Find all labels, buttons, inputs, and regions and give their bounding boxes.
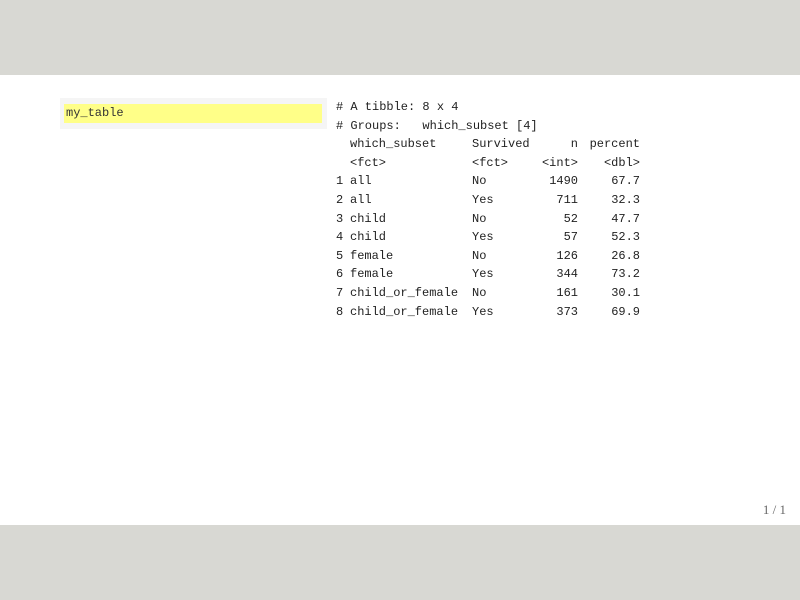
cell-which-subset: female bbox=[350, 248, 394, 263]
cell-percent: 47.7 bbox=[611, 211, 640, 226]
table-row: 7 child_or_female No 161 30.1 bbox=[336, 284, 640, 303]
table-row: 4 child Yes 57 52.3 bbox=[336, 228, 640, 247]
cell-percent: 52.3 bbox=[611, 230, 640, 245]
tibble-groups-line: # Groups: which_subset [4] bbox=[336, 118, 538, 133]
row-index: 1 bbox=[336, 174, 344, 189]
cell-survived: No bbox=[472, 211, 487, 226]
cell-which-subset: female bbox=[350, 267, 394, 282]
cell-percent: 73.2 bbox=[611, 267, 640, 282]
column-type: <int> bbox=[541, 155, 578, 170]
row-index: 6 bbox=[336, 267, 344, 282]
table-row: 5 female No 126 26.8 bbox=[336, 247, 640, 266]
row-index: 3 bbox=[336, 211, 344, 226]
table-row: 3 child No 52 47.7 bbox=[336, 210, 640, 229]
cell-which-subset: child_or_female bbox=[350, 285, 459, 300]
cell-survived: Yes bbox=[472, 267, 494, 282]
cell-survived: No bbox=[472, 248, 487, 263]
column-type: <dbl> bbox=[603, 155, 640, 170]
page-number: 1 / 1 bbox=[762, 502, 786, 517]
row-index: 7 bbox=[336, 285, 344, 300]
index-spacer bbox=[336, 154, 350, 173]
column-type-row: <fct> <fct> <int> <dbl> bbox=[336, 154, 640, 173]
cell-which-subset: all bbox=[350, 192, 372, 207]
cell-survived: Yes bbox=[472, 304, 494, 319]
cell-which-subset: all bbox=[350, 174, 372, 189]
cell-n: 57 bbox=[563, 230, 578, 245]
cell-n: 1490 bbox=[549, 174, 578, 189]
cell-n: 373 bbox=[556, 304, 578, 319]
row-index: 8 bbox=[336, 304, 344, 319]
column-header: n bbox=[570, 137, 578, 152]
cell-percent: 67.7 bbox=[611, 174, 640, 189]
cell-n: 161 bbox=[556, 285, 578, 300]
column-header: percent bbox=[589, 137, 640, 152]
cell-percent: 26.8 bbox=[611, 248, 640, 263]
cell-survived: Yes bbox=[472, 192, 494, 207]
column-header: which_subset bbox=[350, 137, 437, 152]
cell-which-subset: child bbox=[350, 211, 387, 226]
cell-n: 344 bbox=[556, 267, 578, 282]
column-header: Survived bbox=[472, 137, 530, 152]
cell-survived: No bbox=[472, 285, 487, 300]
cell-which-subset: child_or_female bbox=[350, 304, 459, 319]
table-row: 6 female Yes 344 73.2 bbox=[336, 265, 640, 284]
top-band bbox=[0, 0, 800, 75]
column-header-row: which_subset Survived n percent bbox=[336, 135, 640, 154]
cell-percent: 69.9 bbox=[611, 304, 640, 319]
cell-which-subset: child bbox=[350, 230, 387, 245]
cell-n: 126 bbox=[556, 248, 578, 263]
cell-percent: 32.3 bbox=[611, 192, 640, 207]
code-chunk: my_table bbox=[60, 98, 327, 129]
table-row: 8 child_or_female Yes 373 69.9 bbox=[336, 303, 640, 322]
cell-n: 711 bbox=[556, 192, 578, 207]
row-index: 5 bbox=[336, 248, 344, 263]
row-index: 2 bbox=[336, 192, 344, 207]
table-row: 1 all No 1490 67.7 bbox=[336, 172, 640, 191]
tibble-output: # A tibble: 8 x 4 # Groups: which_subset… bbox=[336, 98, 640, 321]
column-type: <fct> bbox=[350, 155, 387, 170]
code-text: my_table bbox=[66, 106, 124, 120]
column-type: <fct> bbox=[472, 155, 509, 170]
cell-survived: Yes bbox=[472, 230, 494, 245]
table-row: 2 all Yes 711 32.3 bbox=[336, 191, 640, 210]
index-spacer bbox=[336, 135, 350, 154]
cell-survived: No bbox=[472, 174, 487, 189]
cell-n: 52 bbox=[563, 211, 578, 226]
row-index: 4 bbox=[336, 230, 344, 245]
bottom-band bbox=[0, 525, 800, 600]
slide: my_table # A tibble: 8 x 4 # Groups: whi… bbox=[0, 75, 800, 525]
tibble-header-line: # A tibble: 8 x 4 bbox=[336, 100, 459, 114]
cell-percent: 30.1 bbox=[611, 285, 640, 300]
